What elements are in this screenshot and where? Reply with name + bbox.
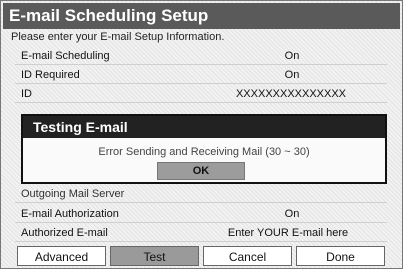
ok-button[interactable]: OK bbox=[157, 162, 245, 180]
id-required-label: ID Required bbox=[21, 69, 80, 81]
outgoing-mail-server-label: Outgoing Mail Server bbox=[21, 188, 125, 200]
email-scheduling-value: On bbox=[284, 50, 300, 62]
done-button[interactable]: Done bbox=[296, 246, 385, 266]
button-bar: Advanced Test Cancel Done bbox=[15, 246, 387, 266]
id-required-value: On bbox=[284, 69, 300, 81]
window-title: E-mail Scheduling Setup bbox=[3, 3, 400, 29]
dialog-message: Error Sending and Receiving Mail (30 ~ 3… bbox=[98, 146, 310, 158]
id-row[interactable]: ID XXXXXXXXXXXXXXX bbox=[15, 85, 387, 103]
email-authorization-row[interactable]: E-mail Authorization On bbox=[15, 205, 387, 223]
id-label: ID bbox=[21, 88, 32, 100]
testing-email-dialog: Testing E-mail Error Sending and Receivi… bbox=[21, 114, 387, 184]
test-button[interactable]: Test bbox=[110, 246, 199, 266]
authorized-email-label: Authorized E-mail bbox=[21, 227, 108, 239]
authorized-email-value: Enter YOUR E-mail here bbox=[227, 227, 349, 239]
outgoing-mail-server-row[interactable]: Outgoing Mail Server bbox=[15, 185, 387, 203]
email-scheduling-label: E-mail Scheduling bbox=[21, 50, 110, 62]
email-scheduling-row[interactable]: E-mail Scheduling On bbox=[15, 47, 387, 65]
cancel-button[interactable]: Cancel bbox=[203, 246, 292, 266]
advanced-button[interactable]: Advanced bbox=[17, 246, 106, 266]
email-authorization-label: E-mail Authorization bbox=[21, 208, 119, 220]
id-value: XXXXXXXXXXXXXXX bbox=[235, 88, 347, 100]
email-authorization-value: On bbox=[284, 208, 300, 220]
dialog-title: Testing E-mail bbox=[23, 116, 385, 138]
setup-prompt: Please enter your E-mail Setup Informati… bbox=[11, 31, 225, 43]
authorized-email-row[interactable]: Authorized E-mail Enter YOUR E-mail here bbox=[15, 224, 387, 242]
email-setup-window: E-mail Scheduling Setup Please enter you… bbox=[0, 0, 403, 269]
id-required-row[interactable]: ID Required On bbox=[15, 66, 387, 84]
